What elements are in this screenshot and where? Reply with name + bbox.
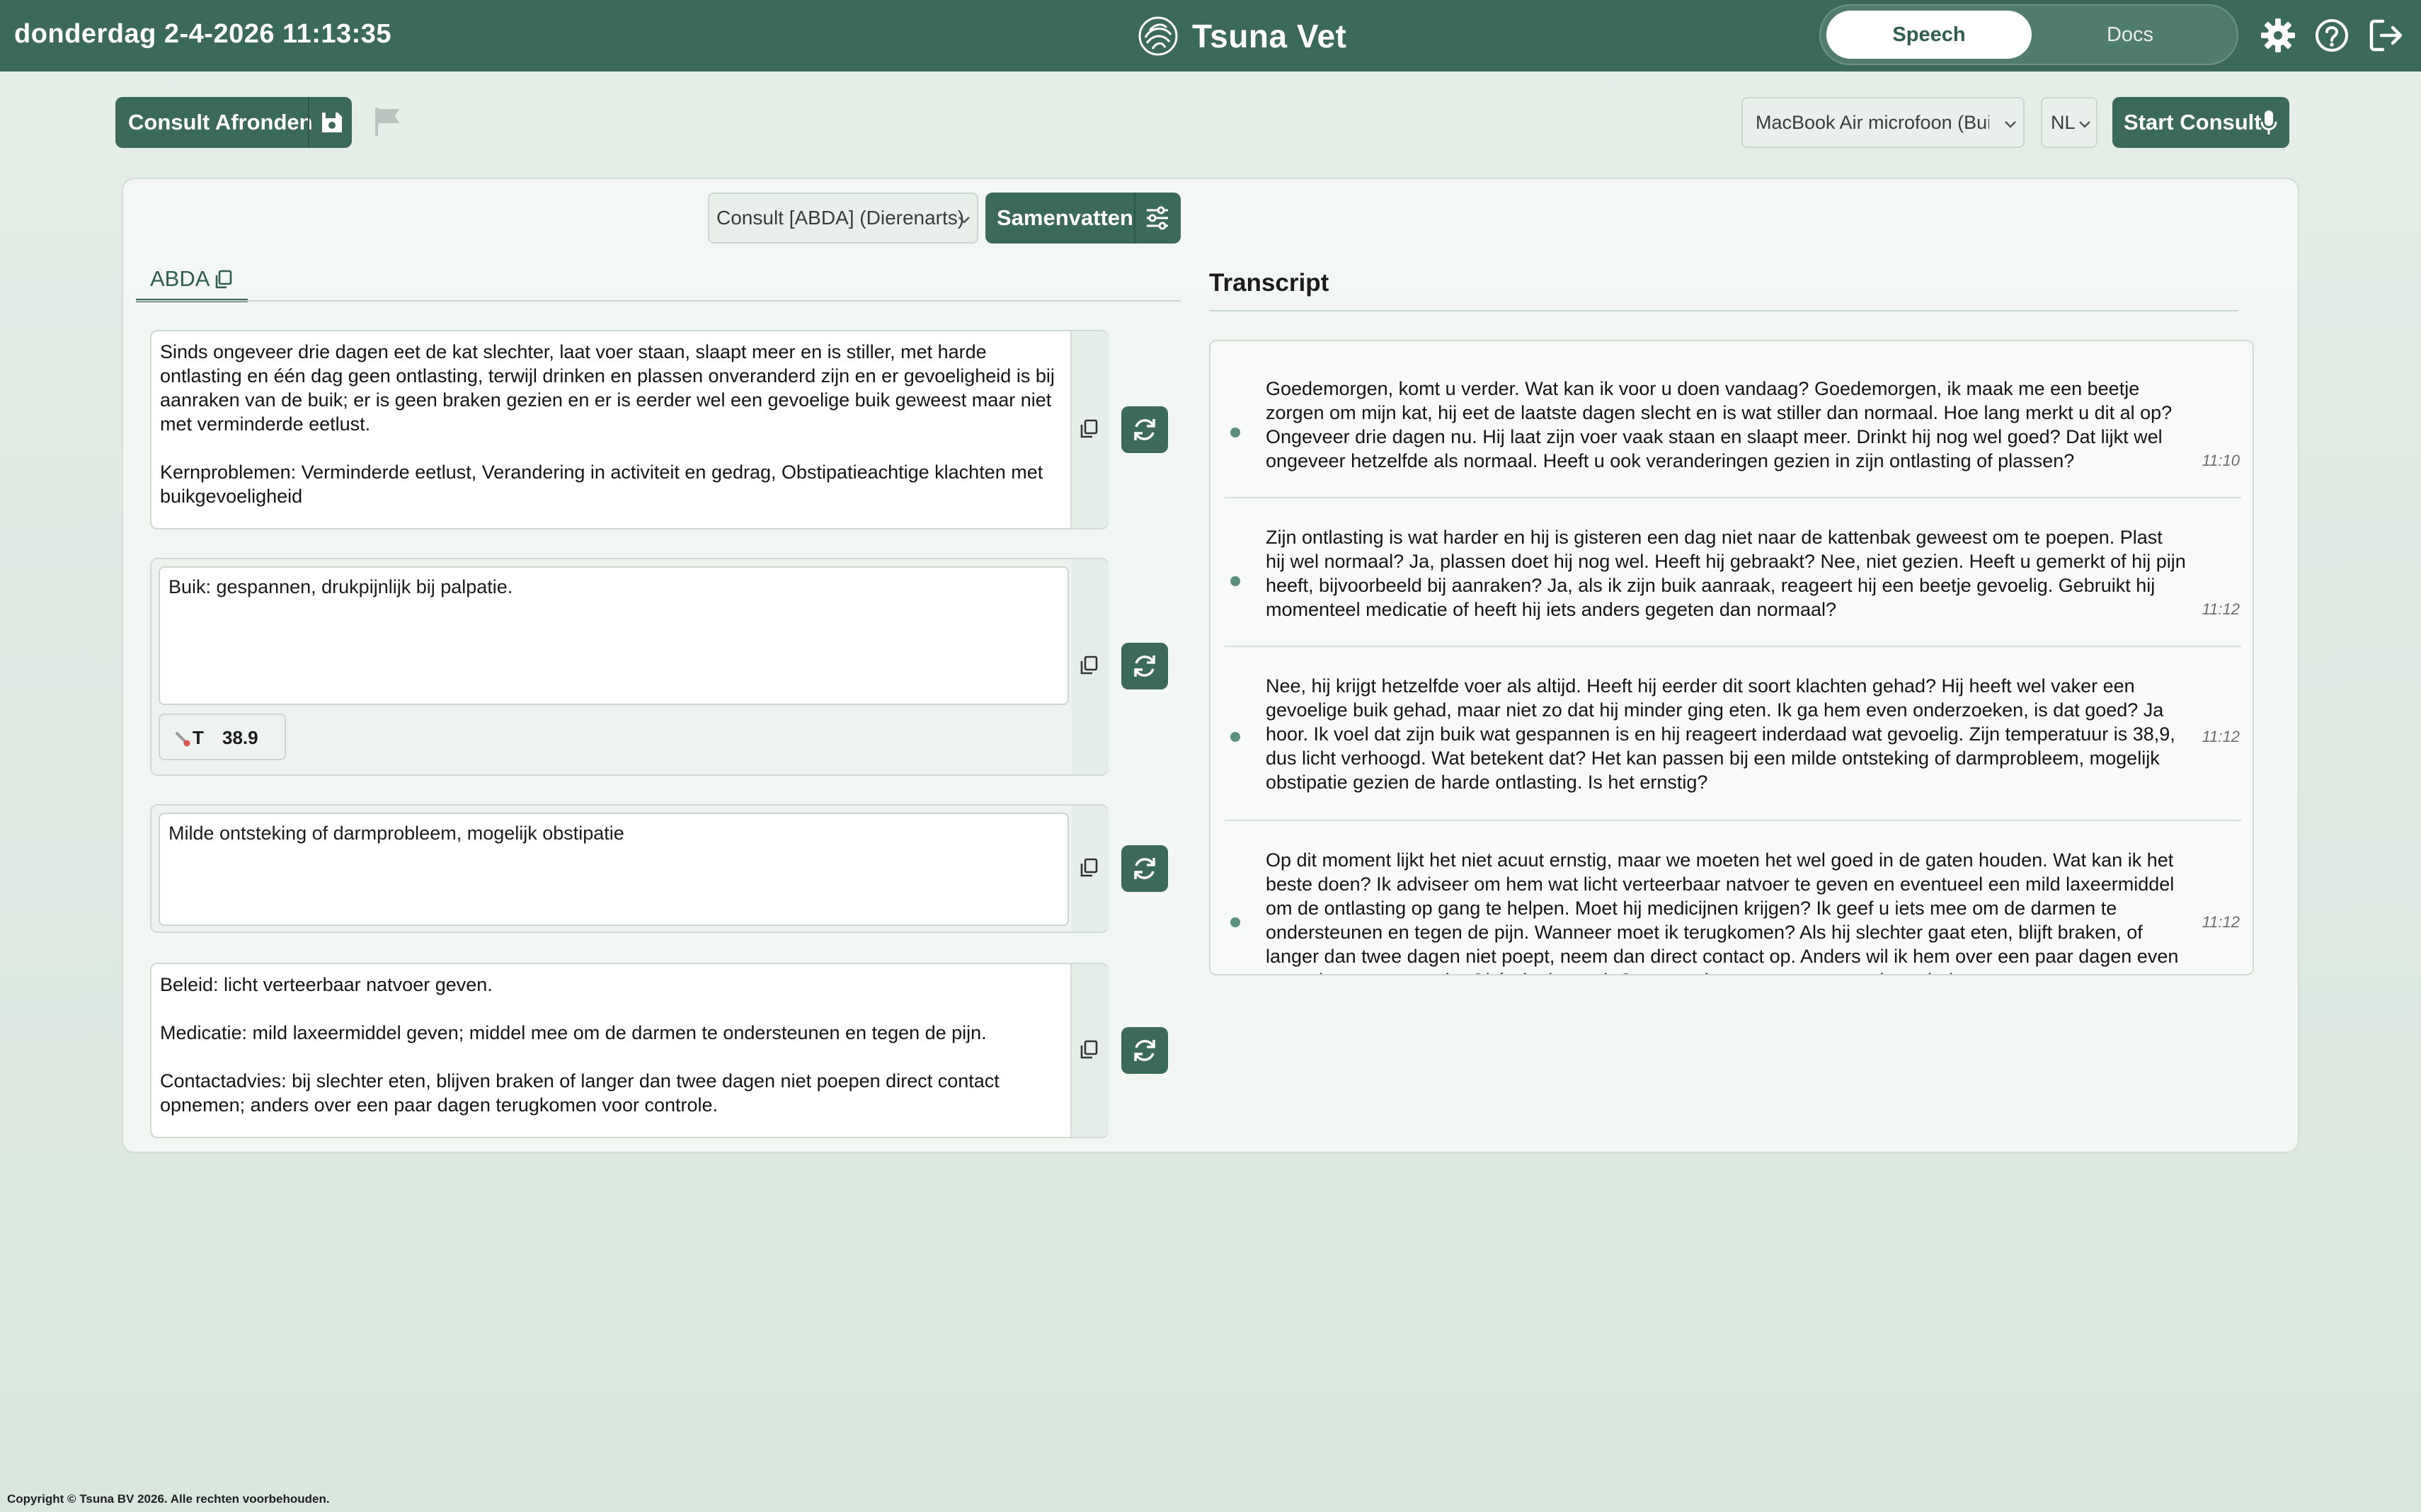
bullet-dot — [1230, 917, 1240, 927]
bullet-dot — [1230, 576, 1240, 586]
vital-value: 38.9 — [222, 727, 258, 748]
section-text[interactable]: Sinds ongeveer drie dagen eet de kat sle… — [151, 331, 1072, 528]
vital-label: T — [193, 727, 204, 748]
summary-section-plan: Beleid: licht verteerbaar natvoer geven.… — [150, 963, 1109, 1138]
transcript-text: Nee, hij krijgt hetzelfde voer als altij… — [1266, 675, 2175, 793]
copy-icon[interactable] — [1077, 418, 1100, 440]
samenvatten-label: Samenvatten — [997, 205, 1133, 230]
summary-section-onderzoek: Buik: gespannen, drukpijnlijk bij palpat… — [150, 558, 1109, 776]
tab-divider — [136, 300, 1181, 302]
copyright: Copyright © Tsuna BV 2026. Alle rechten … — [7, 1492, 330, 1506]
refresh-icon — [1134, 419, 1155, 440]
copy-icon[interactable] — [1077, 654, 1100, 677]
language-select[interactable]: NL — [2041, 97, 2097, 148]
chevron-down-icon — [2079, 121, 2090, 128]
regenerate-button[interactable] — [1121, 845, 1168, 892]
summary-section-diagnose: Milde ontsteking of darmprobleem, mogeli… — [150, 804, 1109, 933]
transcript-item: Nee, hij krijgt hetzelfde voer als altij… — [1225, 674, 2241, 821]
logout-icon[interactable] — [2366, 16, 2405, 55]
transcript-separator — [1225, 646, 2241, 647]
transcript-time: 11:12 — [2202, 728, 2240, 745]
start-consult-button[interactable]: Start Consult — [2112, 97, 2289, 148]
top-bar: donderdag 2-4-2026 11:13:35 Tsuna Vet Sp… — [0, 0, 2421, 71]
tab-speech[interactable]: Speech — [1826, 11, 2032, 59]
regenerate-button[interactable] — [1121, 643, 1168, 689]
regenerate-button[interactable] — [1121, 1027, 1168, 1074]
bullet-dot — [1230, 732, 1240, 742]
summary-section-anamnese: Sinds ongeveer drie dagen eet de kat sle… — [150, 330, 1109, 529]
transcript-time: 11:12 — [2202, 913, 2240, 931]
tab-abda-label: ABDA — [150, 266, 210, 291]
copy-icon[interactable] — [212, 269, 234, 290]
help-icon[interactable] — [2312, 16, 2352, 55]
tab-docs[interactable]: Docs — [2027, 11, 2233, 59]
bullet-dot — [1230, 428, 1240, 437]
transcript-time: 11:12 — [2202, 600, 2240, 618]
transcript-item: Op dit moment lijkt het niet acuut ernst… — [1225, 848, 2241, 974]
language-value: NL — [2051, 112, 2076, 133]
section-text[interactable]: Milde ontsteking of darmprobleem, mogeli… — [159, 813, 1069, 926]
settings-sliders-icon[interactable] — [1144, 205, 1171, 231]
regenerate-button[interactable] — [1121, 406, 1168, 453]
tab-abda[interactable]: ABDA — [136, 263, 248, 302]
refresh-icon — [1134, 655, 1155, 677]
chevron-down-icon — [2005, 121, 2016, 128]
template-value: Consult [ABDA] (Dierenarts) — [716, 207, 965, 229]
start-consult-label: Start Consult — [2124, 110, 2262, 134]
app-name: Tsuna Vet — [1192, 17, 1347, 55]
vital-temperature[interactable]: T 38.9 — [159, 714, 286, 760]
refresh-icon — [1134, 1040, 1155, 1061]
transcript-text: Op dit moment lijkt het niet acuut ernst… — [1266, 849, 2179, 974]
transcript-time: 11:10 — [2202, 452, 2240, 469]
copy-icon[interactable] — [1077, 1038, 1100, 1061]
transcript-separator — [1225, 497, 2241, 498]
save-icon[interactable] — [318, 108, 346, 137]
refresh-icon — [1134, 858, 1155, 879]
transcript-item: Goedemorgen, komt u verder. Wat kan ik v… — [1225, 377, 2241, 498]
microphone-icon — [2260, 110, 2277, 134]
tsuna-logo-icon — [1138, 16, 1178, 55]
app-logo: Tsuna Vet — [1138, 0, 1346, 71]
transcript-item: Zijn ontlasting is wat harder en hij is … — [1225, 525, 2241, 647]
gear-icon[interactable] — [2258, 16, 2298, 55]
microphone-select[interactable]: MacBook Air microfoon (Built-in) — [1741, 97, 2025, 148]
transcript-title: Transcript — [1209, 269, 1329, 297]
section-text[interactable]: Beleid: licht verteerbaar natvoer geven.… — [151, 964, 1072, 1137]
transcript-divider — [1209, 310, 2238, 311]
transcript-separator — [1225, 820, 2241, 821]
consult-afronden-button[interactable]: Consult Afronden — [115, 97, 352, 148]
microphone-value: MacBook Air microfoon (Built-in) — [1756, 112, 1989, 133]
section-text[interactable]: Buik: gespannen, drukpijnlijk bij palpat… — [159, 566, 1069, 705]
template-select[interactable]: Consult [ABDA] (Dierenarts) — [708, 193, 978, 244]
transcript-text: Goedemorgen, komt u verder. Wat kan ik v… — [1266, 378, 2173, 471]
flag-icon[interactable] — [372, 106, 402, 137]
transcript-list[interactable]: Goedemorgen, komt u verder. Wat kan ik v… — [1209, 340, 2254, 975]
button-divider — [1134, 193, 1135, 244]
transcript-text: Zijn ontlasting is wat harder en hij is … — [1266, 527, 2186, 620]
samenvatten-button[interactable]: Samenvatten — [985, 193, 1181, 244]
thermometer-icon — [176, 732, 190, 747]
datetime: donderdag 2-4-2026 11:13:35 — [14, 19, 392, 49]
button-divider — [308, 97, 309, 148]
mode-switch: Speech Docs — [1819, 4, 2238, 65]
copy-icon[interactable] — [1077, 857, 1100, 879]
consult-afronden-label: Consult Afronden — [128, 110, 313, 134]
chevron-down-icon — [958, 217, 970, 224]
